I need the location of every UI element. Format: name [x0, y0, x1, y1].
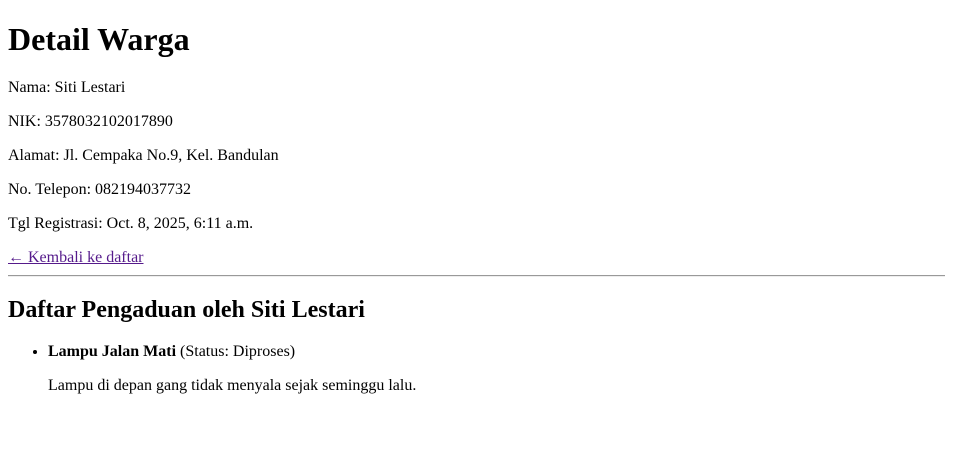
complaint-description: Lampu di depan gang tidak menyala sejak … — [48, 377, 417, 394]
field-registrasi-value: Oct. 8, 2025, 6:11 a.m. — [106, 215, 254, 232]
field-registrasi-label: Tgl Registrasi: — [8, 215, 103, 232]
field-registrasi: Tgl Registrasi: Oct. 8, 2025, 6:11 a.m. — [8, 215, 945, 233]
complaint-title: Lampu Jalan Mati — [48, 343, 177, 360]
complaints-heading: Daftar Pengaduan oleh Siti Lestari — [8, 297, 365, 323]
field-nik-label: NIK: — [8, 113, 41, 130]
field-nama: Nama: Siti Lestari — [8, 79, 945, 97]
complaint-status: (Status: Diproses) — [180, 343, 296, 360]
field-telepon: No. Telepon: 082194037732 — [8, 181, 945, 199]
page-title: Detail Warga — [8, 21, 190, 57]
field-alamat-value: Jl. Cempaka No.9, Kel. Bandulan — [63, 147, 279, 164]
field-nik: NIK: 3578032102017890 — [8, 113, 945, 131]
field-nama-value: Siti Lestari — [54, 79, 126, 96]
back-to-list-link[interactable]: ← Kembali ke daftar — [8, 249, 144, 266]
complaints-list: Lampu Jalan Mati (Status: Diproses) Lamp… — [8, 343, 945, 395]
field-alamat-label: Alamat: — [8, 147, 60, 164]
field-telepon-label: No. Telepon: — [8, 181, 92, 198]
divider — [8, 275, 945, 277]
field-nama-label: Nama: — [8, 79, 51, 96]
field-nik-value: 3578032102017890 — [44, 113, 173, 130]
field-telepon-value: 082194037732 — [95, 181, 192, 198]
field-alamat: Alamat: Jl. Cempaka No.9, Kel. Bandulan — [8, 147, 945, 165]
back-link-container: ← Kembali ke daftar — [8, 249, 945, 267]
list-item: Lampu Jalan Mati (Status: Diproses) Lamp… — [48, 343, 945, 395]
